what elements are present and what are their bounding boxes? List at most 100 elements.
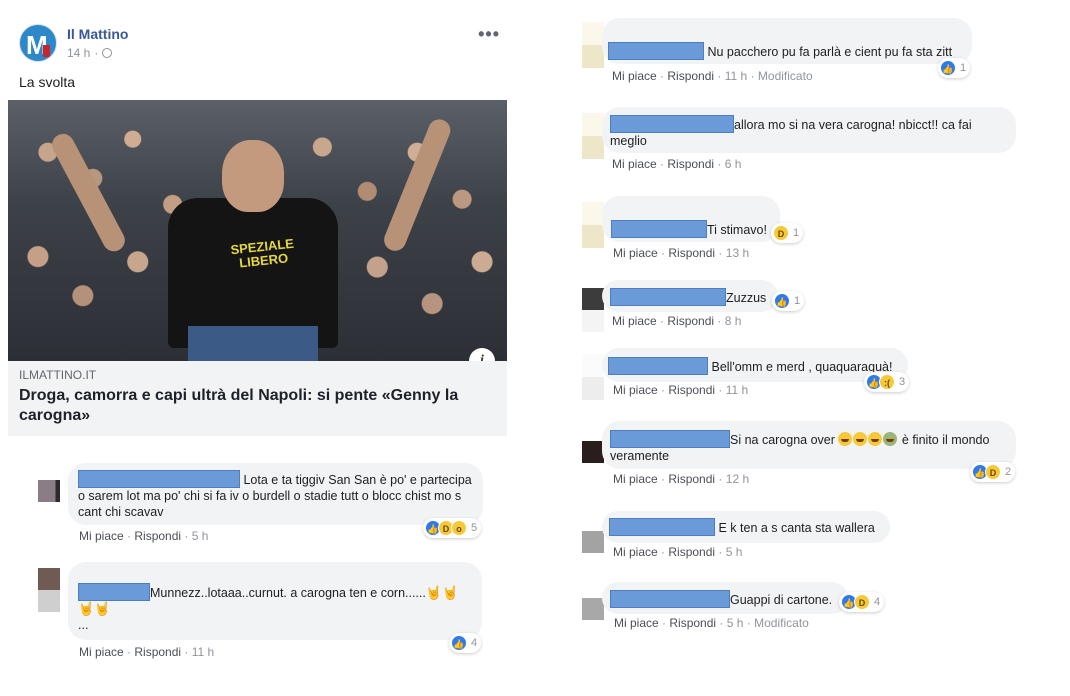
reaction-count[interactable]: D1 [771,223,804,243]
haha-icon: D [985,464,1001,480]
link-source: ILMATTINO.IT [19,368,97,382]
avatar[interactable] [582,202,604,248]
author-name[interactable] [608,357,708,375]
avatar[interactable] [582,288,604,332]
comment-time[interactable]: 11 h [725,69,747,83]
author-name[interactable] [609,518,715,536]
like-link[interactable]: Mi piace [612,314,657,328]
like-link[interactable]: Mi piace [613,246,658,260]
laughing-emoji [853,432,868,446]
like-link[interactable]: Mi piace [612,157,657,171]
reply-link[interactable]: Rispondi [667,157,714,171]
author-name[interactable] [610,115,734,133]
like-icon: 👍 [940,60,956,76]
reply-link[interactable]: Rispondi [134,645,181,659]
like-link[interactable]: Mi piace [612,69,657,83]
reply-link[interactable]: Rispondi [668,472,715,486]
comment-time[interactable]: 5 h [727,616,744,630]
avatar[interactable] [38,480,60,502]
comment: Ti stimavo! D1 Mi piace · Rispondi · 13 … [582,196,882,266]
avatar[interactable] [582,441,604,463]
avatar[interactable] [582,354,604,400]
horns-emoji: 🤘🤘 [425,585,459,600]
like-link[interactable]: Mi piace [79,645,124,659]
person-emoji [883,432,898,446]
comment: Si na carogna over è finito il mondo ver… [582,421,1022,491]
reaction-count[interactable]: 👍 D 4 [839,592,885,612]
comment: Lota e ta tiggiv San San è po' e parteci… [38,460,498,550]
page-name[interactable]: Il Mattino [67,26,128,42]
comment: E k ten a s canta sta wallera Mi piace ·… [582,511,902,571]
reply-link[interactable]: Rispondi [668,246,715,260]
reaction-count[interactable]: 👍 1 [772,291,805,311]
reaction-count[interactable]: 👍 Do 5 [423,518,482,538]
comment-time[interactable]: 12 h [726,472,749,486]
post-meta: 14 h · [67,46,113,60]
comment-text-more: ... [78,618,89,632]
link-title[interactable]: Droga, camorra e capi ultrà del Napoli: … [19,386,489,426]
horns-emoji: 🤘🤘 [78,601,111,616]
laughing-emoji [868,432,883,446]
reply-link[interactable]: Rispondi [667,314,714,328]
post-text: La svolta [19,74,76,90]
like-link[interactable]: Mi piace [613,545,658,559]
comment-text: Nu pacchero pu fa parlà e cient pu fa st… [707,45,953,59]
comment-text: Zuzzus [726,291,767,305]
reply-link[interactable]: Rispondi [668,545,715,559]
haha-icon: D [773,225,789,241]
like-link[interactable]: Mi piace [79,529,124,543]
author-name[interactable] [610,430,730,448]
reaction-count[interactable]: 👍 D 2 [970,462,1016,482]
reaction-count[interactable]: 👍 1 [938,58,971,78]
more-icon[interactable]: ••• [478,24,500,45]
reaction-count[interactable]: 👍 4 [449,633,482,653]
avatar[interactable] [38,568,60,612]
laughing-emoji [838,432,853,446]
comment-text: Munnezz..lotaaa..curnut. a carogna ten e… [150,586,426,600]
comment-time[interactable]: 5 h [192,529,209,543]
comment-text: Ti stimavo! [707,223,767,237]
reply-link[interactable]: Rispondi [667,69,714,83]
page-avatar[interactable]: M [19,24,57,62]
reply-link[interactable]: Rispondi [669,616,716,630]
like-icon: 👍 [451,635,467,651]
comment: Nu pacchero pu fa parlà e cient pu fa st… [582,18,1002,88]
comment-time[interactable]: 11 h [192,645,214,659]
author-name[interactable] [608,42,704,60]
author-name[interactable] [610,288,726,306]
avatar[interactable] [582,22,604,68]
comment: Zuzzus 👍 1 Mi piace · Rispondi · 8 h [582,280,882,340]
avatar[interactable] [582,531,604,553]
like-link[interactable]: Mi piace [613,472,658,486]
author-name[interactable] [78,470,240,488]
avatar[interactable] [582,113,604,159]
comment-text: E k ten a s canta sta wallera [718,521,875,535]
comment-time[interactable]: 8 h [725,314,742,328]
sad-icon: :( [879,374,895,390]
like-icon: 👍 [774,293,790,309]
author-name[interactable] [78,583,150,601]
comment-time[interactable]: 11 h [726,383,748,397]
avatar[interactable] [582,598,604,620]
comment: Munnezz..lotaaa..curnut. a carogna ten e… [38,562,498,672]
comment-time[interactable]: 5 h [726,545,743,559]
edited-label[interactable]: Modificato [758,69,813,83]
comment-time[interactable]: 6 h [725,157,742,171]
post-time[interactable]: 14 h [67,46,90,60]
comment: Bell'omm e merd , quaquaraquà! 👍:(3 Mi p… [582,348,922,408]
like-link[interactable]: Mi piace [614,616,659,630]
like-link[interactable]: Mi piace [613,383,658,397]
link-image[interactable]: SPEZIALE LIBERO i [8,100,507,361]
wow-icon: o [451,520,467,536]
author-name[interactable] [611,220,707,238]
reply-link[interactable]: Rispondi [668,383,715,397]
post-header: M Il Mattino 14 h · ••• [8,14,508,64]
comment-time[interactable]: 13 h [726,246,749,260]
reply-link[interactable]: Rispondi [134,529,181,543]
reaction-count[interactable]: 👍:(3 [864,372,910,392]
post: M Il Mattino 14 h · ••• La svolta SPEZIA… [8,14,508,436]
author-name[interactable] [610,590,730,608]
globe-icon [102,48,113,58]
link-card[interactable]: SPEZIALE LIBERO i ILMATTINO.IT Droga, ca… [8,100,507,436]
edited-label[interactable]: Modificato [754,616,809,630]
